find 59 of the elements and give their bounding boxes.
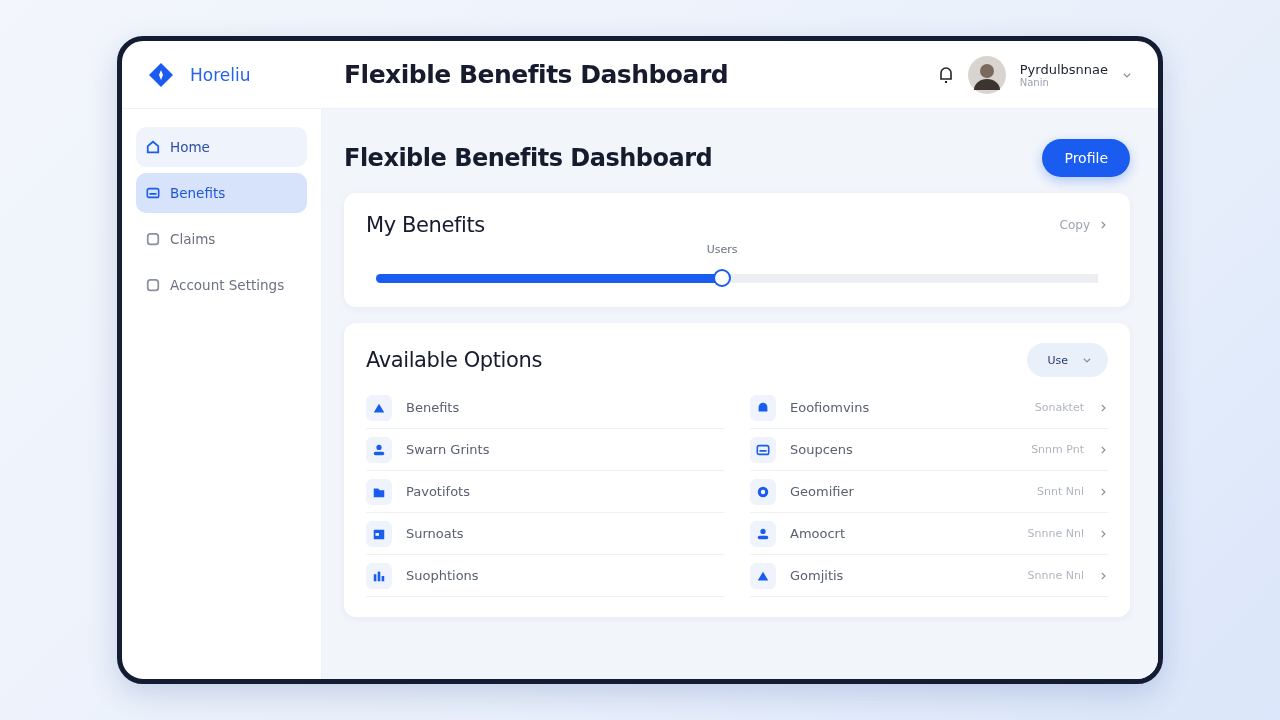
option-row[interactable]: Suophtions	[366, 555, 724, 597]
option-meta: Snnm Pnt	[1031, 443, 1084, 456]
user-name: Pyrdulbsnnae	[1019, 61, 1108, 77]
option-label: Suophtions	[406, 568, 480, 583]
option-label: Gomjitis	[790, 568, 845, 583]
option-row[interactable]: Eoofiomvins Sonaktet	[750, 387, 1108, 429]
sidebar-item[interactable]: Account Settings	[136, 265, 307, 305]
option-label: Amoocrt	[790, 526, 847, 541]
option-label: Benefits	[406, 400, 461, 415]
option-row[interactable]: Gomjitis Snnne Nnl	[750, 555, 1108, 597]
brand-name: Horeliu	[190, 64, 251, 85]
avatar	[967, 55, 1006, 94]
option-label: Soupcens	[790, 442, 854, 457]
slider-label: Users	[706, 243, 738, 256]
filter-dropdown[interactable]: Use	[1027, 343, 1108, 377]
chevron-right-icon	[1098, 402, 1108, 413]
option-row[interactable]: Amoocrt Snnne Nnl	[750, 513, 1108, 555]
document-icon	[146, 232, 160, 246]
document-icon	[146, 278, 160, 292]
option-meta: Snnne Nnl	[1027, 527, 1084, 540]
sidebar-item[interactable]: Claims	[136, 219, 307, 259]
page-title: Flexible Benefits Dashboard	[344, 144, 713, 172]
bell-icon	[756, 400, 770, 415]
option-row[interactable]: Pavotifots	[366, 471, 724, 513]
option-label: Surnoats	[406, 526, 465, 541]
home-icon	[146, 140, 160, 154]
option-label: Swarn Grints	[406, 442, 491, 457]
option-row[interactable]: Benefits	[366, 387, 724, 429]
chevron-right-icon	[1098, 570, 1108, 581]
person-icon	[372, 442, 386, 457]
card-title: My Benefits	[366, 213, 485, 237]
option-row[interactable]: Swarn Grints	[366, 429, 724, 471]
card-icon	[756, 442, 770, 457]
user-role: Nanin	[1019, 76, 1049, 88]
sidebar-item[interactable]: Home	[136, 127, 307, 167]
option-row[interactable]: Surnoats	[366, 513, 724, 555]
chevron-right-icon	[1098, 444, 1108, 455]
chevron-right-icon	[1098, 220, 1108, 230]
option-label: Geomifier	[790, 484, 855, 499]
notification-bell-icon[interactable]	[937, 65, 954, 84]
option-row[interactable]: Geomifier Snnt Nnl	[750, 471, 1108, 513]
option-label: Pavotifots	[406, 484, 471, 499]
circle-icon	[756, 484, 770, 499]
profile-button[interactable]: Profile	[1042, 139, 1130, 177]
person-icon	[756, 526, 770, 541]
header-title: Flexible Benefits Dashboard	[343, 60, 730, 89]
sidebar-item[interactable]: Benefits	[136, 173, 307, 213]
logo-icon	[148, 61, 174, 88]
option-label: Eoofiomvins	[790, 400, 871, 415]
card-icon	[146, 186, 160, 200]
chevron-down-icon	[1082, 355, 1092, 365]
option-meta: Snnt Nnl	[1037, 485, 1084, 498]
option-meta: Sonaktet	[1034, 401, 1084, 414]
slider-thumb[interactable]	[712, 269, 731, 287]
chevron-right-icon	[1098, 528, 1108, 539]
option-row[interactable]: Soupcens Snnm Pnt	[750, 429, 1108, 471]
chevron-right-icon	[1098, 486, 1108, 497]
option-meta: Snnne Nnl	[1027, 569, 1084, 582]
card-title: Available Options	[366, 348, 542, 372]
